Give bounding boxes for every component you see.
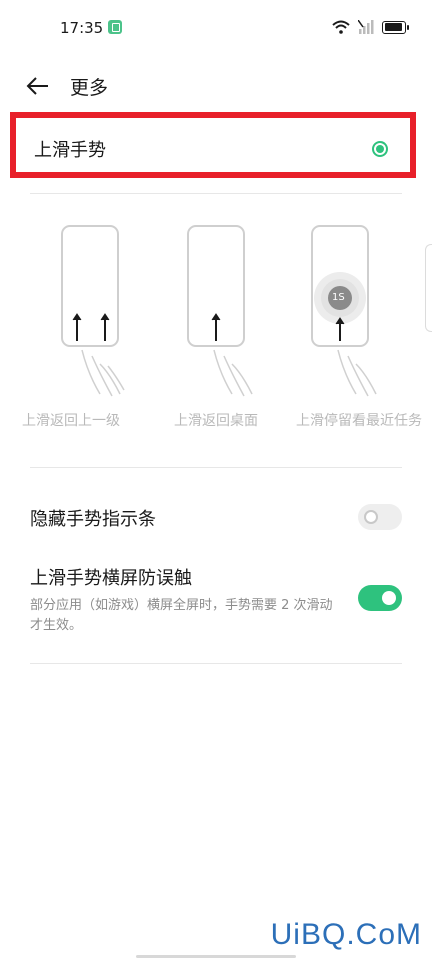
caption-home: 上滑返回桌面 <box>174 413 258 429</box>
setting-description: 部分应用（如游戏）横屏全屏时，手势需要 2 次滑动才生效。 <box>30 598 333 633</box>
back-arrow-icon[interactable] <box>22 70 56 102</box>
watermark: UiBQ.CoM <box>270 918 422 951</box>
header: 更多 <box>0 64 432 108</box>
notification-app-icon <box>108 20 122 34</box>
setting-title: 上滑手势横屏防误触 <box>30 568 192 589</box>
status-icons <box>332 20 409 34</box>
gesture-illustration-home <box>166 224 286 424</box>
page-title: 更多 <box>70 77 109 99</box>
radio-selected-icon[interactable] <box>372 141 388 157</box>
battery-icon <box>382 20 409 34</box>
status-bar: 17:35 <box>0 0 432 56</box>
home-indicator <box>136 955 296 958</box>
hold-duration-badge: 1S <box>332 292 345 303</box>
caption-back: 上滑返回上一级 <box>22 413 120 429</box>
carousel-edge-hint <box>425 244 432 332</box>
divider <box>30 663 402 664</box>
wifi-icon <box>332 20 350 34</box>
setting-landscape-protection[interactable]: 上滑手势横屏防误触 部分应用（如游戏）横屏全屏时，手势需要 2 次滑动才生效。 <box>30 564 402 636</box>
signal-icon <box>358 20 374 34</box>
toggle-knob <box>364 510 378 524</box>
gesture-illustration-recents: 1S <box>290 224 410 424</box>
caption-recents: 上滑停留看最近任务 <box>296 413 422 429</box>
status-time: 17:35 <box>60 19 104 37</box>
hide-indicator-toggle[interactable] <box>358 504 402 530</box>
setting-title: 隐藏手势指示条 <box>30 509 156 530</box>
swipe-gesture-option[interactable]: 上滑手势 <box>10 112 416 178</box>
setting-hide-indicator[interactable]: 隐藏手势指示条 <box>30 505 402 531</box>
landscape-protection-toggle[interactable] <box>358 585 402 611</box>
divider <box>30 193 402 194</box>
toggle-knob <box>382 591 396 605</box>
divider <box>30 467 402 468</box>
gesture-illustration-back <box>40 224 160 424</box>
option-label: 上滑手势 <box>34 140 106 161</box>
